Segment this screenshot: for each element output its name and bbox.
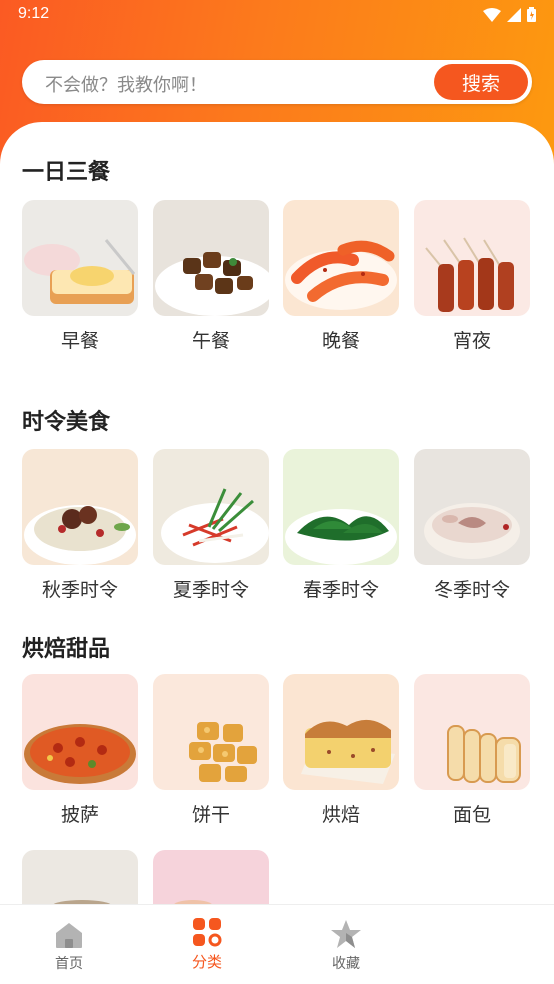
- nav-item-category[interactable]: 分类: [162, 917, 252, 972]
- nav-label-category: 分类: [191, 953, 222, 971]
- lunch-image: [153, 200, 269, 316]
- battery-icon: [527, 7, 536, 22]
- tile-label: 饼干: [191, 804, 230, 826]
- breakfast-image: [22, 200, 138, 316]
- nav-label-home: 首页: [55, 956, 83, 972]
- summer-image: [153, 449, 269, 565]
- tile-label: 夏季时令: [172, 579, 249, 601]
- home-icon: [56, 923, 82, 948]
- signal-icon: [507, 7, 521, 22]
- status-icons: [483, 7, 536, 22]
- tile-label: 宵夜: [452, 330, 491, 352]
- tile-spring[interactable]: 春季时令: [283, 449, 399, 602]
- nav-item-favorites[interactable]: 收藏: [301, 917, 391, 973]
- search-input[interactable]: 不会做？我教你啊！: [45, 71, 207, 97]
- nav-item-home[interactable]: 首页: [24, 917, 114, 973]
- bottom-nav: 首页 分类 收藏: [0, 904, 554, 984]
- autumn-image: [22, 449, 138, 565]
- tile-label: 披萨: [60, 804, 99, 826]
- tile-pizza[interactable]: 披萨: [22, 674, 138, 827]
- status-bar: 9:12: [0, 0, 554, 32]
- partial-image: [22, 850, 138, 904]
- cookies-image: [153, 674, 269, 790]
- tile-cookies[interactable]: 饼干: [153, 674, 269, 827]
- baking-image: [283, 674, 399, 790]
- tile-label: 烘焙: [321, 804, 360, 826]
- tile-label: 秋季时令: [41, 579, 118, 601]
- section-title-meals: 一日三餐: [22, 160, 111, 185]
- tile-winter[interactable]: 冬季时令: [414, 449, 530, 602]
- tile-label: 面包: [452, 804, 491, 826]
- tile-breakfast[interactable]: 早餐: [22, 200, 138, 353]
- tile-dinner[interactable]: 晚餐: [283, 200, 399, 353]
- pizza-image: [22, 674, 138, 790]
- tile-baking[interactable]: 烘焙: [283, 674, 399, 827]
- tile-late-night[interactable]: 宵夜: [414, 200, 530, 353]
- tile-label: 午餐: [191, 330, 230, 352]
- search-button[interactable]: 搜索: [434, 64, 528, 100]
- category-icon: [193, 918, 222, 947]
- tile-lunch[interactable]: 午餐: [153, 200, 269, 353]
- wifi-icon: [483, 7, 501, 22]
- tile-label: 晚餐: [321, 330, 360, 352]
- tile-bread[interactable]: 面包: [414, 674, 530, 827]
- dinner-image: [283, 200, 399, 316]
- section-title-seasonal: 时令美食: [22, 410, 111, 435]
- search-bar[interactable]: 不会做？我教你啊！ 搜索: [22, 60, 532, 104]
- tile-partial-2[interactable]: [153, 850, 269, 904]
- nav-label-favorites: 收藏: [332, 956, 360, 972]
- tile-partial-1[interactable]: [22, 850, 138, 904]
- tile-autumn[interactable]: 秋季时令: [22, 449, 138, 602]
- spring-image: [283, 449, 399, 565]
- section-title-baking: 烘焙甜品: [22, 637, 111, 662]
- winter-image: [414, 449, 530, 565]
- late-night-image: [414, 200, 530, 316]
- bread-image: [414, 674, 530, 790]
- partial-image: [153, 850, 269, 904]
- star-icon: [331, 920, 361, 948]
- tile-label: 早餐: [60, 330, 99, 352]
- tile-label: 春季时令: [302, 579, 379, 601]
- tile-summer[interactable]: 夏季时令: [153, 449, 269, 602]
- status-time: 9:12: [18, 5, 50, 22]
- tile-label: 冬季时令: [433, 579, 510, 601]
